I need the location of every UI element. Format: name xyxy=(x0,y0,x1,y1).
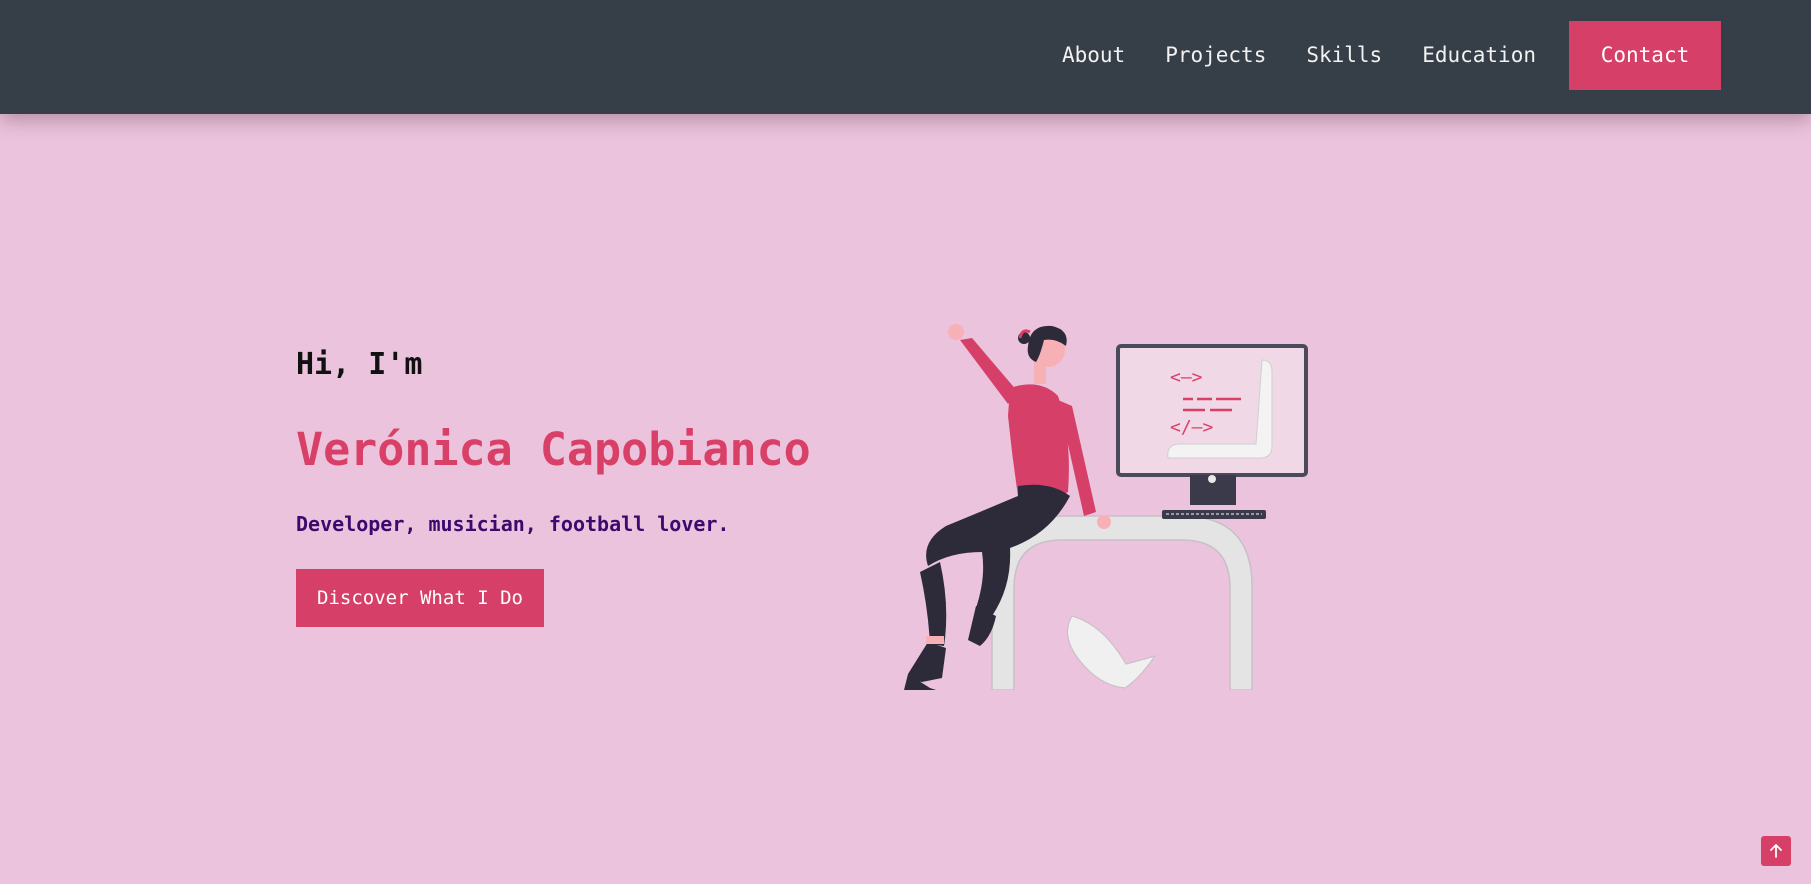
nav-link-projects[interactable]: Projects xyxy=(1165,43,1266,67)
monitor-code-line-3: </—> xyxy=(1170,417,1214,438)
scroll-to-top-button[interactable] xyxy=(1761,836,1791,866)
discover-button[interactable]: Discover What I Do xyxy=(296,569,544,627)
nav-link-skills[interactable]: Skills xyxy=(1306,43,1382,67)
monitor-code-line-1: <—> xyxy=(1170,367,1203,388)
hero-name: Verónica Capobianco xyxy=(296,423,811,476)
contact-button[interactable]: Contact xyxy=(1569,20,1721,90)
hero-greeting: Hi, I'm xyxy=(296,347,423,382)
hero-tagline: Developer, musician, football lover. xyxy=(296,512,730,536)
navbar: About Projects Skills Education Contact xyxy=(0,0,1811,114)
nav-link-about[interactable]: About xyxy=(1062,43,1125,67)
nav-link-education[interactable]: Education xyxy=(1422,43,1536,67)
nav-links: About Projects Skills Education Contact xyxy=(1062,0,1721,110)
plant-shape xyxy=(1066,615,1157,689)
hero-section: Hi, I'm Verónica Capobianco Developer, m… xyxy=(296,347,811,627)
developer-at-desk-illustration: <—> </—> xyxy=(904,324,1308,690)
arrow-up-icon xyxy=(1770,844,1782,858)
monitor-icon: <—> </—> xyxy=(1116,344,1308,519)
